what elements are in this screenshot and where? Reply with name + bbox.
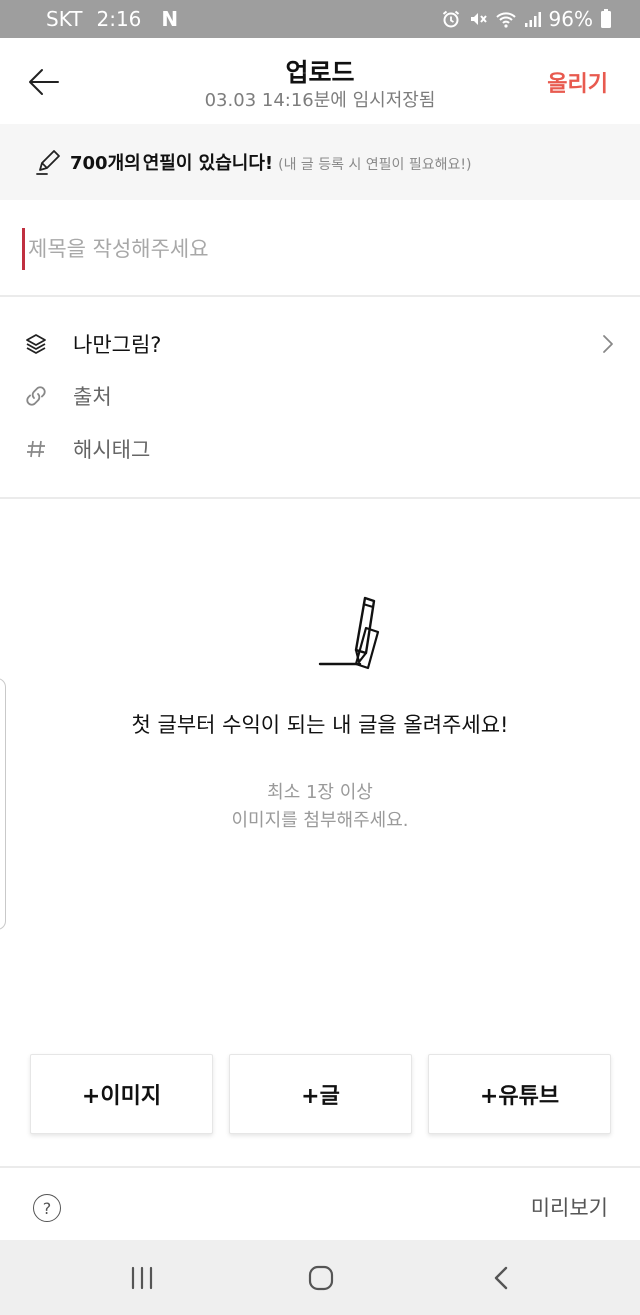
system-nav-bar [0,1240,640,1315]
empty-state-title: 첫 글부터 수익이 되는 내 글을 올려주세요! [131,713,509,737]
upload-button[interactable]: 올리기 [547,66,608,98]
option-row-hashtag[interactable]: 해시태그 [0,424,640,474]
bottom-bar: ? 미리보기 [0,1166,640,1240]
divider [0,295,640,297]
option-label-hashtag: 해시태그 [73,438,151,462]
option-row-original[interactable]: 나만그림? [0,319,640,369]
chevron-right-icon [602,334,614,354]
signal-icon [524,10,542,28]
pencil-note: (내 글 등록 시 연필이 필요해요!) [278,157,472,173]
page-title: 업로드 [285,58,355,87]
pencil-banner: 700개의 연필이 있습니다! (내 글 등록 시 연필이 필요해요!) [0,124,640,200]
empty-state-subtitle: 최소 1장 이상 [267,782,373,803]
nav-back-button[interactable] [481,1260,521,1296]
preview-button[interactable]: 미리보기 [531,1192,608,1222]
pencil-icon [36,150,60,175]
divider [0,497,640,499]
pencil-count: 700개의 [70,153,141,174]
pencil-banner-text: 700개의 연필이 있습니다! (내 글 등록 시 연필이 필요해요!) [70,149,471,175]
battery-percent: 96% [548,7,593,31]
option-row-source[interactable]: 출처 [0,371,640,421]
alarm-icon [441,9,461,29]
pencil-writing-icon [318,596,380,670]
help-button[interactable]: ? [33,1194,61,1222]
recent-apps-icon [131,1266,153,1290]
status-left: SKT 2:16 N [46,7,178,31]
autosave-status: 03.03 14:16분에 임시저장됨 [204,90,436,111]
hash-icon [23,436,49,462]
option-label-source: 출처 [73,385,112,409]
status-bar: SKT 2:16 N 96% [0,0,640,38]
title-input[interactable] [22,228,612,270]
option-label-original: 나만그림? [73,333,162,357]
back-icon [494,1266,508,1290]
pencil-message: 연필이 있습니다! [142,153,274,174]
battery-icon [600,9,612,29]
status-right: 96% [441,7,612,31]
empty-state-subtitle: 이미지를 첨부해주세요. [231,810,409,831]
mute-icon [468,9,488,29]
add-image-button[interactable]: +이미지 [30,1054,213,1134]
carrier-label: SKT [46,7,83,31]
add-text-button[interactable]: +글 [229,1054,412,1134]
home-icon [308,1265,334,1291]
notification-n-icon: N [161,7,179,31]
layers-icon [23,331,49,357]
empty-state: 첫 글부터 수익이 되는 내 글을 올려주세요! 최소 1장 이상 이미지를 첨… [0,500,640,1050]
recent-apps-button[interactable] [122,1260,162,1296]
status-time: 2:16 [96,7,142,31]
link-icon [23,383,49,409]
add-youtube-button[interactable]: +유튜브 [428,1054,611,1134]
home-button[interactable] [301,1260,341,1296]
app-header: 업로드 03.03 14:16분에 임시저장됨 올리기 [0,38,640,124]
wifi-icon [495,9,517,29]
